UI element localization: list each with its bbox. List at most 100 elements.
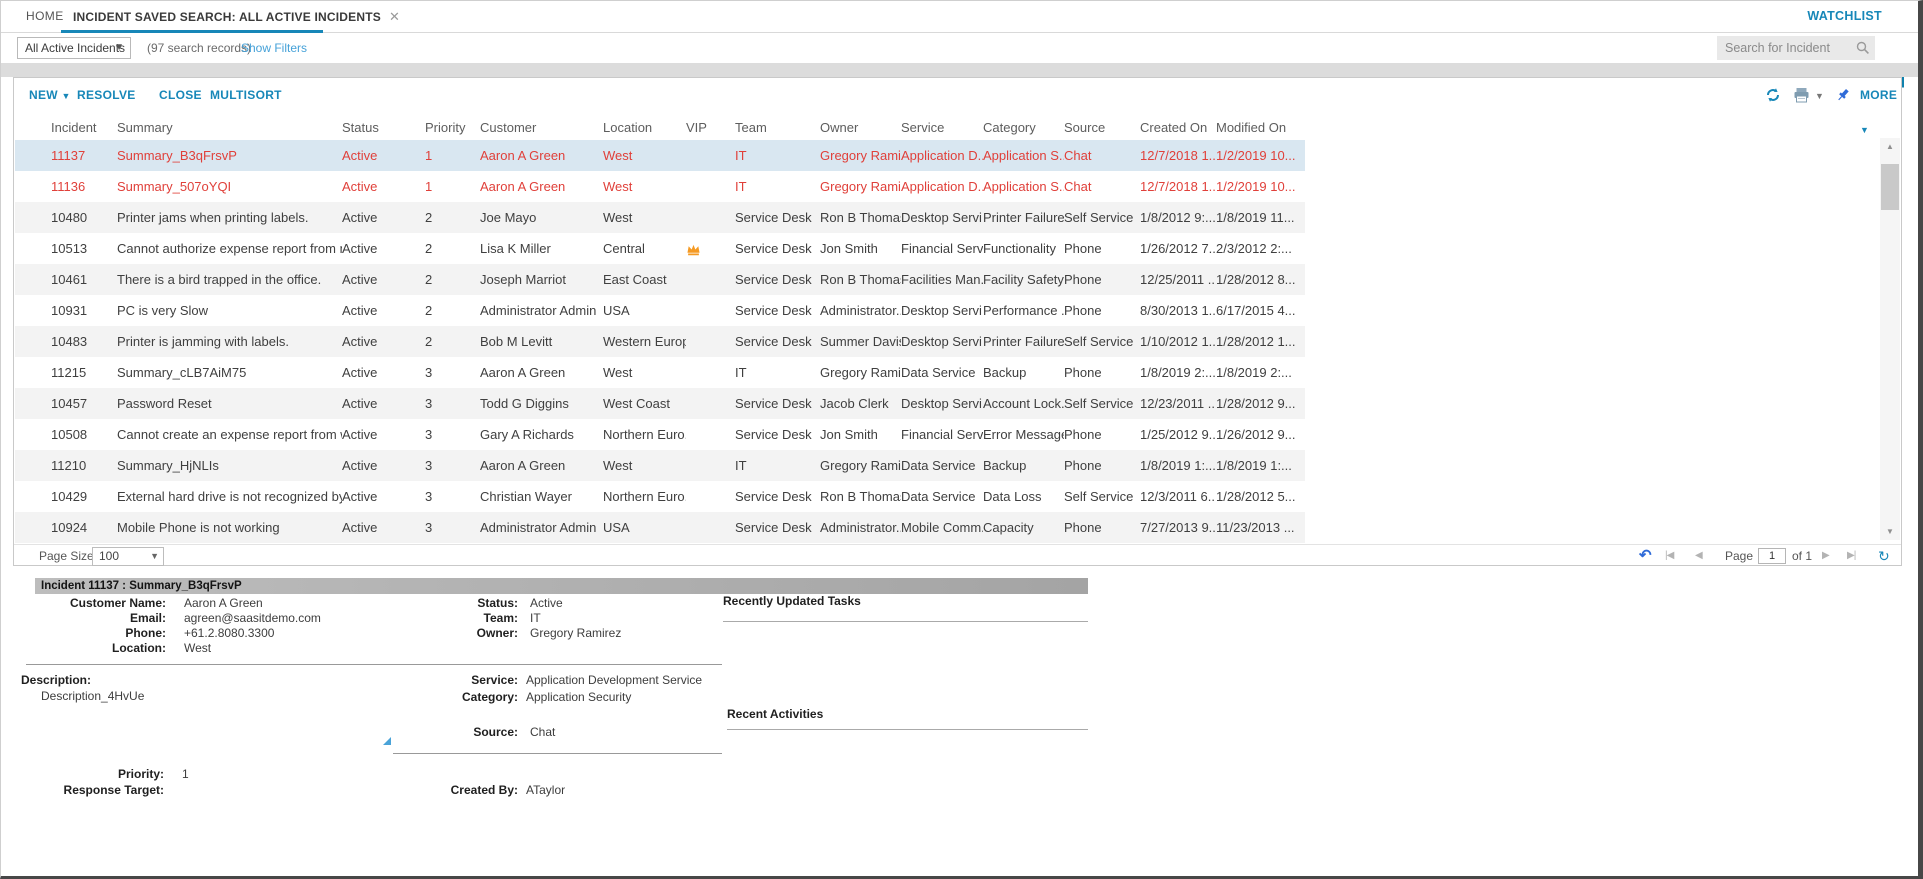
multisort-button[interactable]: MULTISORT	[210, 78, 282, 112]
location-cell: West	[603, 357, 686, 388]
team-cell: IT	[735, 450, 820, 481]
team-cell: Service Desk	[735, 388, 820, 419]
source-cell: Phone	[1064, 450, 1140, 481]
refresh-icon[interactable]	[1765, 87, 1781, 103]
created-cell: 1/8/2019 2:...	[1140, 357, 1216, 388]
modified-cell: 1/2/2019 10...	[1216, 140, 1305, 171]
new-button[interactable]: NEW ▼	[29, 78, 71, 113]
incident-row-10931[interactable]: 10931PC is very SlowActive2Administrator…	[15, 295, 1305, 326]
resize-grip-icon[interactable]	[383, 737, 391, 745]
status-cell: Active	[342, 140, 425, 171]
source-cell: Self Service	[1064, 388, 1140, 419]
incident-row-10457[interactable]: 10457Password ResetActive3Todd G Diggins…	[15, 388, 1305, 419]
column-header-status[interactable]: Status	[342, 114, 425, 140]
column-header-team[interactable]: Team	[735, 114, 820, 140]
column-header-source[interactable]: Source	[1064, 114, 1140, 140]
incident-row-11136[interactable]: 11136Summary_507oYQIActive1Aaron A Green…	[15, 171, 1305, 202]
search-icon[interactable]	[1855, 40, 1871, 56]
incident-cell: 10508	[15, 419, 117, 450]
column-header-owner[interactable]: Owner	[820, 114, 901, 140]
next-page-icon[interactable]: ▶	[1822, 545, 1829, 567]
incident-row-10924[interactable]: 10924Mobile Phone is not workingActive3A…	[15, 512, 1305, 543]
scroll-down-icon[interactable]: ▼	[1880, 523, 1900, 540]
priority-cell: 3	[425, 419, 480, 450]
saved-search-select[interactable]: All Active Incidents ▼	[17, 37, 131, 59]
field-label: Category:	[381, 690, 518, 704]
show-filters-link[interactable]: Show Filters	[241, 33, 307, 63]
category-cell: Printer Failure	[983, 326, 1064, 357]
team-value: IT	[530, 611, 541, 625]
column-header-summary[interactable]: Summary	[117, 114, 342, 140]
section-divider	[26, 664, 722, 665]
incident-row-11215[interactable]: 11215Summary_cLB7AiM75Active3Aaron A Gre…	[15, 357, 1305, 388]
column-header-vip[interactable]: VIP	[686, 114, 735, 140]
priority-value: 1	[182, 767, 189, 781]
priority-cell: 3	[425, 512, 480, 543]
summary-cell: Cannot create an expense report from web…	[117, 419, 342, 450]
description-label: Description:	[21, 673, 84, 687]
application-window: HOME INCIDENT SAVED SEARCH: ALL ACTIVE I…	[0, 0, 1923, 879]
reload-page-icon[interactable]: ↻	[1878, 545, 1890, 567]
pin-icon[interactable]	[1835, 87, 1851, 103]
modified-cell: 1/26/2012 9...	[1216, 419, 1305, 450]
summary-cell: Summary_507oYQI	[117, 171, 342, 202]
created-cell: 1/26/2012 7...	[1140, 233, 1216, 264]
team-cell: Service Desk	[735, 512, 820, 543]
incident-row-10461[interactable]: 10461There is a bird trapped in the offi…	[15, 264, 1305, 295]
saved-search-value: All Active Incidents	[25, 41, 125, 55]
category-cell: Functionality	[983, 233, 1064, 264]
page-size-value: 100	[99, 549, 119, 563]
column-header-modified-on[interactable]: Modified On	[1216, 114, 1305, 140]
team-cell: IT	[735, 140, 820, 171]
incident-row-10513[interactable]: 10513Cannot authorize expense report fro…	[15, 233, 1305, 264]
source-label: Source:	[381, 725, 518, 739]
column-header-category[interactable]: Category	[983, 114, 1064, 140]
watchlist-link[interactable]: WATCHLIST	[1807, 1, 1882, 32]
service-cell: Application D...	[901, 140, 983, 171]
team-cell: Service Desk	[735, 264, 820, 295]
print-icon[interactable]	[1793, 87, 1810, 103]
column-header-incident[interactable]: Incident	[15, 114, 117, 140]
column-header-customer[interactable]: Customer	[480, 114, 603, 140]
location-cell: West	[603, 171, 686, 202]
incident-row-11137[interactable]: 11137Summary_B3qFrsvPActive1Aaron A Gree…	[15, 140, 1305, 171]
previous-page-icon[interactable]: ◀	[1695, 545, 1702, 567]
summary-cell: There is a bird trapped in the office.	[117, 264, 342, 295]
priority-cell: 1	[425, 140, 480, 171]
modified-cell: 1/2/2019 10...	[1216, 171, 1305, 202]
customer-name-value: Aaron A Green	[184, 596, 263, 610]
summary-cell: Password Reset	[117, 388, 342, 419]
search-input[interactable]	[1717, 36, 1853, 60]
team-cell: Service Desk	[735, 295, 820, 326]
last-page-icon[interactable]: ▶|	[1847, 545, 1855, 567]
tab-close-icon[interactable]: ✕	[389, 9, 400, 24]
page-number-input[interactable]	[1758, 548, 1786, 564]
first-page-icon[interactable]: |◀	[1665, 545, 1673, 567]
column-header-service[interactable]: Service	[901, 114, 983, 140]
scroll-up-icon[interactable]: ▲	[1880, 138, 1900, 155]
more-button[interactable]: MORE ▼	[1860, 78, 1901, 147]
source-cell: Phone	[1064, 295, 1140, 326]
close-button[interactable]: CLOSE	[159, 78, 202, 112]
tab-incident-saved-search[interactable]: INCIDENT SAVED SEARCH: ALL ACTIVE INCIDE…	[73, 1, 400, 33]
team-cell: Service Desk	[735, 419, 820, 450]
created-cell: 12/7/2018 1...	[1140, 140, 1216, 171]
incident-row-11210[interactable]: 11210Summary_HjNLIsActive3Aaron A GreenW…	[15, 450, 1305, 481]
resolve-button[interactable]: RESOLVE	[77, 78, 136, 112]
print-options-caret-icon[interactable]: ▼	[1815, 91, 1824, 101]
column-header-location[interactable]: Location	[603, 114, 686, 140]
incident-row-10480[interactable]: 10480Printer jams when printing labels.A…	[15, 202, 1305, 233]
incident-row-10429[interactable]: 10429External hard drive is not recogniz…	[15, 481, 1305, 512]
incident-row-10508[interactable]: 10508Cannot create an expense report fro…	[15, 419, 1305, 450]
page-size-label: Page Size	[39, 545, 94, 567]
incident-row-10483[interactable]: 10483Printer is jamming with labels.Acti…	[15, 326, 1305, 357]
page-size-select[interactable]: 100 ▼	[92, 547, 164, 566]
scrollbar-thumb[interactable]	[1881, 164, 1899, 210]
tab-home[interactable]: HOME	[26, 1, 64, 32]
created-cell: 1/8/2019 1:...	[1140, 450, 1216, 481]
grid-vertical-scrollbar[interactable]: ▲ ▼	[1880, 138, 1900, 540]
modified-cell: 1/28/2012 9...	[1216, 388, 1305, 419]
lasso-select-icon[interactable]: ↶	[1639, 545, 1652, 567]
column-header-created-on[interactable]: Created On	[1140, 114, 1216, 140]
column-header-priority[interactable]: Priority	[425, 114, 480, 140]
